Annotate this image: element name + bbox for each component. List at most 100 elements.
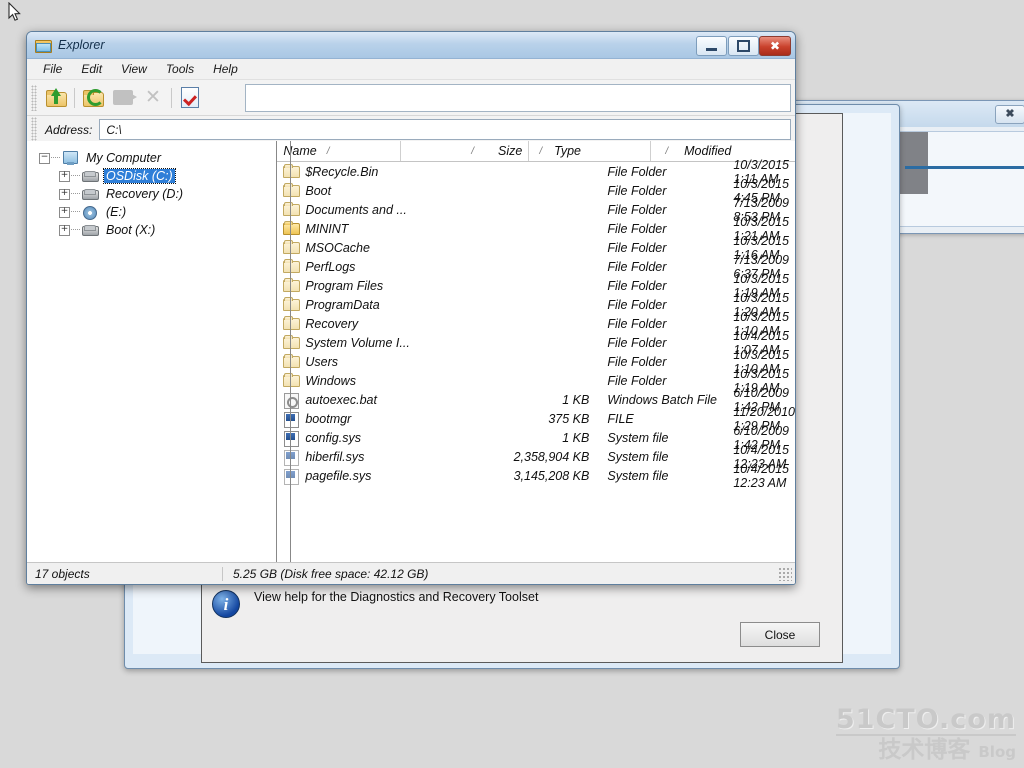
file-type-cell: FILE xyxy=(607,411,634,426)
dialog-close-button[interactable]: Close xyxy=(740,622,820,647)
toolbar[interactable]: ✕ xyxy=(27,80,795,116)
up-one-level-icon[interactable] xyxy=(41,84,71,112)
refresh-folder-icon[interactable] xyxy=(78,84,108,112)
table-row[interactable]: ProgramData File Folder 10/3/2015 1:20 AM xyxy=(277,291,795,319)
file-list-header[interactable]: Name / / Size / Type / Modified xyxy=(277,141,795,162)
column-header-label: Type xyxy=(554,144,582,158)
table-row[interactable]: Documents and ... File Folder 7/13/2009 8:… xyxy=(277,196,795,224)
close-icon[interactable]: ✖ xyxy=(759,36,791,56)
menu-item-edit[interactable]: Edit xyxy=(73,60,110,78)
tree-item-recovery-d[interactable]: + Recovery (D:) xyxy=(33,185,276,203)
harddisk-icon xyxy=(81,223,99,237)
table-row[interactable]: MININT File Folder 10/3/2015 1:21 AM xyxy=(277,215,795,243)
file-name-label: bootmgr xyxy=(305,411,352,426)
file-size-cell: 3,145,208 KB xyxy=(513,468,590,483)
column-header-type[interactable]: / Type xyxy=(529,141,652,161)
table-row[interactable]: Users File Folder 10/3/2015 1:10 AM xyxy=(277,348,795,376)
explorer-titlebar[interactable]: Explorer ✖ xyxy=(27,32,795,59)
explorer-window[interactable]: Explorer ✖ File Edit View Tools Help ✕ A… xyxy=(26,31,796,585)
menu-bar[interactable]: File Edit View Tools Help xyxy=(27,59,795,80)
system-file-icon xyxy=(283,430,300,447)
file-name-label: Users xyxy=(305,354,339,369)
tree-item-my-computer[interactable]: − My Computer xyxy=(33,149,276,167)
file-name-label: Recovery xyxy=(305,316,359,331)
resize-grip[interactable] xyxy=(778,566,792,581)
folder-highlight-icon xyxy=(283,220,301,236)
delete-icon: ✕ xyxy=(145,86,161,108)
table-row[interactable]: $Recycle.Bin File Folder 10/3/2015 1:11 AM xyxy=(277,158,795,186)
harddisk-icon xyxy=(81,169,99,183)
blue-divider-line xyxy=(905,166,1024,169)
file-name-label: Windows xyxy=(305,373,356,388)
collapse-toggle-icon[interactable]: − xyxy=(39,152,50,164)
table-row[interactable]: config.sys 1 KB System file 6/10/2009 1:42 … xyxy=(277,424,795,452)
menu-item-tools[interactable]: Tools xyxy=(158,60,202,78)
properties-icon[interactable] xyxy=(175,84,205,112)
tree-item-boot-x[interactable]: + Boot (X:) xyxy=(33,221,276,239)
file-size-cell: 2,358,904 KB xyxy=(513,449,590,464)
file-type-cell: Windows Batch File xyxy=(607,392,718,407)
table-row[interactable]: Boot File Folder 10/3/2015 4:45 PM xyxy=(277,177,795,205)
menu-item-file[interactable]: File xyxy=(35,60,70,78)
file-name-cell: autoexec.bat xyxy=(277,392,477,409)
file-name-cell: $Recycle.Bin xyxy=(277,163,477,179)
table-row[interactable]: autoexec.bat 1 KB Windows Batch File 6/10/2… xyxy=(277,386,795,414)
file-list-pane[interactable]: Name / / Size / Type / Modified $Recycle… xyxy=(277,141,795,562)
table-row[interactable]: pagefile.sys 3,145,208 KB System file 10/4/… xyxy=(277,462,795,490)
file-size-cell: 1 KB xyxy=(562,430,590,445)
file-name-cell: Users xyxy=(277,353,477,369)
column-header-modified[interactable]: / Modified xyxy=(651,141,781,161)
address-bar-grip[interactable] xyxy=(31,116,37,143)
minimize-icon[interactable] xyxy=(696,36,727,56)
file-name-cell: Boot xyxy=(277,182,477,198)
menu-item-help[interactable]: Help xyxy=(205,60,246,78)
sort-indicator-icon: / xyxy=(471,145,475,157)
maximize-icon[interactable] xyxy=(728,36,759,56)
table-row[interactable]: hiberfil.sys 2,358,904 KB System file 10/4/… xyxy=(277,443,795,471)
expand-toggle-icon[interactable]: + xyxy=(59,224,70,236)
file-size-cell: 1 KB xyxy=(562,392,590,407)
window-title: Explorer xyxy=(58,38,105,52)
tree-item-label: OSDisk (C:) xyxy=(103,168,176,184)
column-header-label: Size xyxy=(498,144,523,158)
file-name-cell: MSOCache xyxy=(277,239,477,255)
tree-item-label: (E:) xyxy=(106,205,127,219)
address-input[interactable]: C:\ xyxy=(99,119,791,140)
file-name-cell: PerfLogs xyxy=(277,258,477,274)
column-header-size[interactable]: / Size xyxy=(401,141,530,161)
file-name-cell: MININT xyxy=(277,220,477,236)
table-row[interactable]: System Volume I... File Folder 10/4/2015 1… xyxy=(277,329,795,357)
harddisk-icon xyxy=(81,187,99,201)
file-name-cell: System Volume I... xyxy=(277,334,477,350)
folder-tree-pane[interactable]: − My Computer + OSDisk (C:) + Recovery (… xyxy=(27,141,278,562)
folder-icon xyxy=(283,315,301,331)
toolbar-grip[interactable] xyxy=(31,84,37,111)
table-row[interactable]: Windows File Folder 10/3/2015 1:19 AM xyxy=(277,367,795,395)
pane-splitter[interactable] xyxy=(290,141,291,562)
file-type-cell: System file xyxy=(607,449,669,464)
tree-item-osdisk-c[interactable]: + OSDisk (C:) xyxy=(33,167,276,185)
table-row[interactable]: PerfLogs File Folder 7/13/2009 6:37 PM xyxy=(277,253,795,281)
tree-item-drive-e[interactable]: + (E:) xyxy=(33,203,276,221)
table-row[interactable]: Recovery File Folder 10/3/2015 1:10 AM xyxy=(277,310,795,338)
expand-toggle-icon[interactable]: + xyxy=(59,188,70,200)
table-row[interactable]: Program Files File Folder 10/3/2015 1:19 A… xyxy=(277,272,795,300)
system-file-icon xyxy=(283,411,300,428)
file-type-cell: File Folder xyxy=(607,335,667,350)
expand-toggle-icon[interactable]: + xyxy=(59,170,70,182)
expand-toggle-icon[interactable]: + xyxy=(59,206,70,218)
table-row[interactable]: MSOCache File Folder 10/3/2015 1:16 AM xyxy=(277,234,795,262)
column-header-name[interactable]: Name / xyxy=(277,141,402,161)
computer-icon xyxy=(61,151,79,165)
mouse-pointer xyxy=(8,2,21,21)
close-icon[interactable]: ✖ xyxy=(995,105,1024,124)
address-bar[interactable]: Address: C:\ xyxy=(27,116,795,144)
file-name-cell: bootmgr xyxy=(277,411,477,428)
column-header-label: Modified xyxy=(684,144,732,158)
paste-icon xyxy=(108,84,138,112)
menu-item-view[interactable]: View xyxy=(113,60,155,78)
table-row[interactable]: bootmgr 375 KB FILE 11/20/2010 1:29 PM xyxy=(277,405,795,433)
watermark-blog-text: Blog xyxy=(978,743,1016,761)
watermark-top-text: 51CTO.com xyxy=(835,704,1016,735)
file-name-cell: config.sys xyxy=(277,430,477,447)
